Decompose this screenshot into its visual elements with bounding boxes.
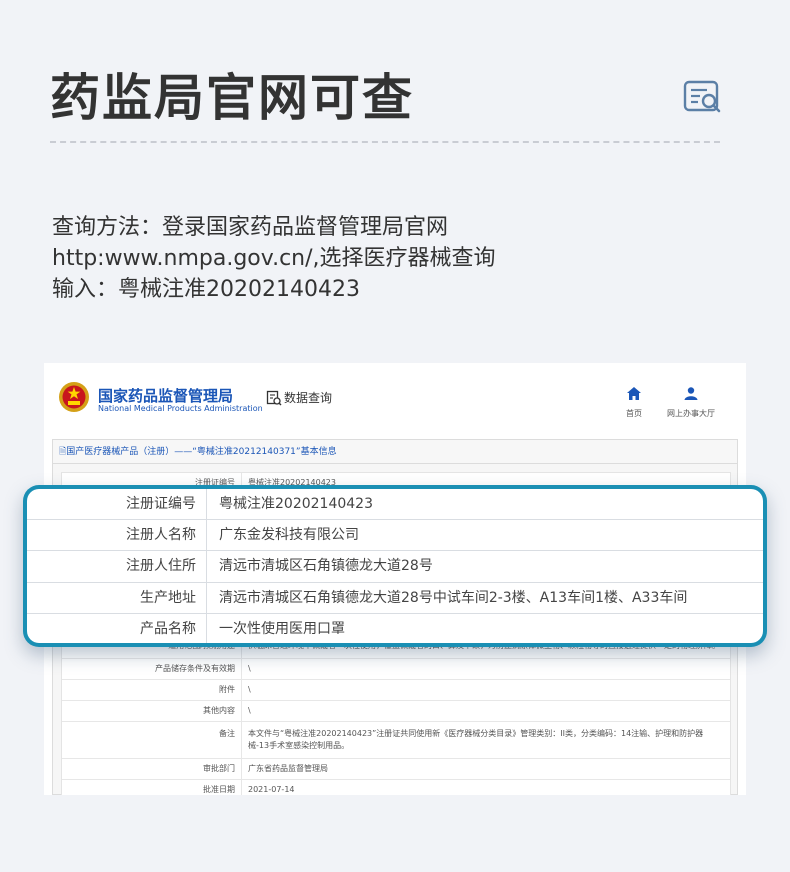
nav-home[interactable]: 首页: [622, 385, 646, 419]
table-row: 产品储存条件及有效期 \: [62, 659, 730, 680]
query-instructions: 查询方法：登录国家药品监督管理局官网 http:www.nmpa.gov.cn/…: [52, 212, 496, 305]
dashed-divider: [50, 141, 720, 143]
row-key: 注册证编号: [27, 489, 207, 520]
row-key: 备注: [62, 722, 242, 758]
nav-home-label: 首页: [626, 409, 642, 418]
table-row: 注册证编号 粤械注准20202140423: [27, 489, 763, 521]
breadcrumb-text: 国产医疗器械产品（注册）——“粤械注准20212140371”基本信息: [66, 447, 337, 457]
row-value: 清远市清城区石角镇德龙大道28号: [219, 558, 433, 575]
row-key: 其他内容: [62, 701, 242, 721]
nav-online-office[interactable]: 网上办事大厅: [664, 385, 718, 419]
table-row: 批准日期 2021-07-14: [62, 780, 730, 795]
site-name-cn[interactable]: 国家药品监督管理局: [98, 385, 233, 406]
nav-office-label: 网上办事大厅: [667, 409, 715, 418]
table-row: 备注 本文件与“粤械注准20202140423”注册证共同使用新《医疗器械分类目…: [62, 722, 730, 759]
site-name-en: National Medical Products Administration: [98, 404, 263, 413]
row-value: 清远市清城区石角镇德龙大道28号中试车间2-3楼、A13车间1楼、A33车间: [219, 589, 688, 606]
data-query-link[interactable]: 数据查询: [266, 389, 332, 406]
row-value: 粤械注准20202140423: [219, 496, 373, 512]
row-key: 产品名称: [27, 613, 207, 643]
method-input-line: 输入：粤械注准20202140423: [52, 277, 360, 302]
page-title: 药监局官网可查: [50, 69, 414, 127]
row-value: 2021-07-14: [248, 785, 295, 794]
row-key: 附件: [62, 680, 242, 700]
table-row: 审批部门 广东省药品监督管理局: [62, 759, 730, 780]
table-row: 其他内容 \: [62, 701, 730, 722]
row-value: 广东省药品监督管理局: [248, 764, 328, 773]
site-header: 国家药品监督管理局 National Medical Products Admi…: [44, 363, 746, 431]
row-value: \: [248, 664, 251, 673]
row-key: 注册人名称: [27, 520, 207, 551]
row-value: \: [248, 706, 251, 715]
search-document-icon: [683, 80, 721, 113]
data-query-label: 数据查询: [284, 391, 333, 405]
breadcrumb[interactable]: 🗎国产医疗器械产品（注册）——“粤械注准20212140371”基本信息: [53, 440, 737, 464]
data-query-icon: [266, 390, 282, 406]
magnified-info-callout: 注册证编号 粤械注准20202140423 注册人名称 广东金发科技有限公司 注…: [23, 485, 767, 647]
row-key: 审批部门: [62, 759, 242, 779]
table-row: 注册人名称 广东金发科技有限公司: [27, 520, 763, 552]
row-key: 批准日期: [62, 780, 242, 795]
row-value: 一次性使用医用口罩: [219, 620, 345, 637]
method-url-line: http:www.nmpa.gov.cn/,选择医疗器械查询: [52, 246, 496, 271]
row-value: 本文件与“粤械注准20202140423”注册证共同使用新《医疗器械分类目录》管…: [248, 729, 704, 750]
user-icon: [684, 387, 698, 400]
table-row: 产品名称 一次性使用医用口罩: [27, 613, 763, 643]
home-icon: [627, 387, 641, 400]
table-row: 附件 \: [62, 680, 730, 701]
table-row: 注册人住所 清远市清城区石角镇德龙大道28号: [27, 551, 763, 583]
row-key: 产品储存条件及有效期: [62, 659, 242, 679]
row-key: 生产地址: [27, 582, 207, 613]
row-value: \: [248, 685, 251, 694]
table-row: 生产地址 清远市清城区石角镇德龙大道28号中试车间2-3楼、A13车间1楼、A3…: [27, 582, 763, 614]
row-key: 注册人住所: [27, 551, 207, 582]
method-line: 查询方法：登录国家药品监督管理局官网: [52, 215, 449, 240]
magnified-table: 注册证编号 粤械注准20202140423 注册人名称 广东金发科技有限公司 注…: [27, 489, 763, 643]
national-emblem-icon: [59, 382, 89, 412]
row-value: 广东金发科技有限公司: [219, 527, 359, 544]
